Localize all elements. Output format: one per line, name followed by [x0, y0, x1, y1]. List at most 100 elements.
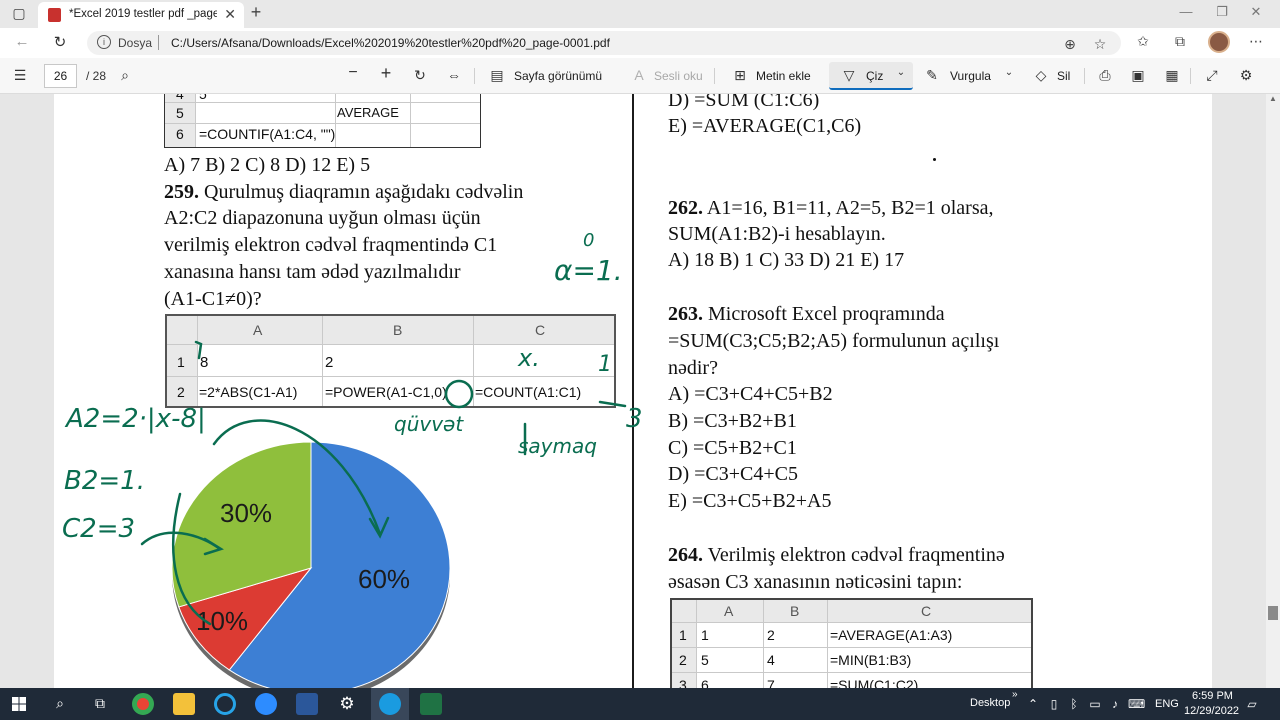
- ink-arrow-head: [368, 516, 390, 539]
- clock-date[interactable]: 12/29/2022: [1184, 705, 1239, 717]
- zoom-in-button[interactable]: +: [376, 63, 396, 84]
- fullscreen-icon[interactable]: ⤢: [1202, 67, 1222, 84]
- settings-icon[interactable]: ⚙: [1236, 67, 1256, 84]
- tab-bar: ▢ *Excel 2019 testler pdf _page-00 ✕ + —…: [0, 0, 1280, 28]
- edge-icon[interactable]: [379, 693, 401, 715]
- settings-app-icon[interactable]: ⚙: [339, 694, 355, 714]
- chrome-icon[interactable]: [132, 693, 154, 715]
- toolbar-separator: [474, 68, 475, 84]
- search-icon[interactable]: ⌕: [52, 695, 68, 712]
- address-bar: ← ↻ i Dosya C:/Users/Afsana/Downloads/Ex…: [0, 28, 1280, 58]
- ink-note: C2=3: [62, 514, 136, 544]
- toolbar-separator: [1084, 68, 1085, 84]
- favorites-icon[interactable]: ✩: [1133, 33, 1153, 50]
- tray-app-icon[interactable]: ▯: [1046, 697, 1062, 711]
- taskbar: ⌕ ⧉ ⚙ Desktop » ⌃ ▯ ᛒ ▭ ♪ ⌨ ENG 6:59 PM …: [0, 688, 1280, 720]
- draw-chevron-down-icon[interactable]: ⌄: [891, 67, 911, 78]
- tab-title: *Excel 2019 testler pdf _page-00: [69, 8, 217, 20]
- scrollbar-thumb[interactable]: [1268, 606, 1278, 620]
- save-icon[interactable]: ▣: [1128, 67, 1148, 84]
- zoom-icon[interactable]: ⊕: [1060, 36, 1080, 53]
- page-number-input[interactable]: 26: [44, 64, 77, 88]
- url-text[interactable]: C:/Users/Afsana/Downloads/Excel%202019%2…: [171, 36, 610, 50]
- save-as-icon[interactable]: ▦: [1162, 67, 1182, 84]
- scroll-up-icon[interactable]: ▲: [1268, 94, 1278, 104]
- active-tab[interactable]: *Excel 2019 testler pdf _page-00 ✕: [38, 2, 244, 28]
- notification-icon[interactable]: ▱: [1244, 697, 1260, 711]
- add-text-icon[interactable]: ⊞: [730, 67, 750, 84]
- eraser-icon[interactable]: ◇: [1031, 67, 1051, 84]
- zoom-out-button[interactable]: −: [343, 64, 363, 82]
- ink-note: 0: [583, 230, 595, 251]
- profile-avatar[interactable]: [1208, 31, 1230, 53]
- ink-note: saymaq: [518, 434, 597, 458]
- highlight-icon[interactable]: ✎: [922, 67, 942, 84]
- search-icon[interactable]: ⌕: [115, 67, 135, 84]
- page-total: / 28: [86, 69, 107, 83]
- ink-mark: [194, 340, 203, 360]
- add-text-button[interactable]: Metin ekle: [756, 69, 811, 83]
- minimize-icon[interactable]: —: [1176, 4, 1196, 19]
- back-icon[interactable]: ←: [12, 33, 32, 50]
- draw-icon[interactable]: ▽: [839, 67, 859, 84]
- vertical-scrollbar[interactable]: [1266, 94, 1280, 688]
- ink-strokes: [140, 340, 627, 626]
- read-aloud-icon: A: [634, 67, 644, 83]
- windows-start-icon[interactable]: [12, 697, 26, 711]
- desktop-toolbar-label[interactable]: Desktop: [970, 697, 1010, 709]
- new-tab-button[interactable]: +: [246, 2, 266, 23]
- ink-arrow-head: [203, 537, 224, 556]
- fit-page-icon[interactable]: ⇔: [444, 67, 464, 83]
- info-icon[interactable]: i: [97, 35, 111, 49]
- ink-note: qüvvət: [394, 412, 464, 436]
- tray-up-icon[interactable]: ⌃: [1025, 697, 1041, 711]
- tab-actions-icon[interactable]: ▢: [8, 5, 30, 23]
- url-separator: [158, 35, 159, 50]
- ink-arrow-curve: [172, 492, 212, 626]
- word-icon[interactable]: [296, 693, 318, 715]
- page-view-button[interactable]: Sayfa görünümü: [514, 69, 602, 83]
- keyboard-icon[interactable]: ⌨: [1128, 697, 1145, 711]
- ink-note: B2=1.: [64, 466, 145, 496]
- ink-arrow-curve: [212, 419, 382, 536]
- print-icon[interactable]: ⎙: [1095, 67, 1115, 84]
- volume-icon[interactable]: ♪: [1107, 697, 1123, 711]
- ink-dash: [598, 400, 627, 408]
- toolbar-separator: [714, 68, 715, 84]
- ink-note: 3: [626, 404, 643, 434]
- cortana-icon[interactable]: [214, 693, 236, 715]
- erase-button[interactable]: Sil: [1057, 69, 1070, 83]
- battery-icon[interactable]: ▭: [1087, 697, 1103, 711]
- highlight-chevron-down-icon[interactable]: ⌄: [999, 67, 1019, 78]
- tab-close-icon[interactable]: ✕: [224, 6, 236, 23]
- desktop-chevron-icon[interactable]: »: [1012, 689, 1018, 700]
- close-window-icon[interactable]: ✕: [1246, 4, 1266, 20]
- ink-note: 1: [598, 352, 612, 377]
- pdf-icon: [48, 8, 61, 22]
- rotate-icon[interactable]: ↻: [410, 67, 430, 84]
- contents-icon[interactable]: ☰: [10, 67, 30, 84]
- address-chip: Dosya: [118, 36, 153, 50]
- zoom-app-icon[interactable]: [255, 693, 277, 715]
- add-favorite-icon[interactable]: ☆: [1090, 36, 1110, 53]
- draw-label[interactable]: Çiz: [866, 69, 883, 83]
- page-view-icon[interactable]: ▤: [487, 67, 507, 84]
- ink-note: α=1.: [554, 254, 623, 287]
- toolbar-separator: [1190, 68, 1191, 84]
- maximize-icon[interactable]: ❐: [1212, 4, 1232, 20]
- highlight-button[interactable]: Vurgula: [950, 69, 991, 83]
- ink-note: A2=2·|x-8|: [66, 404, 206, 434]
- file-explorer-icon[interactable]: [173, 693, 195, 715]
- task-view-icon[interactable]: ⧉: [92, 695, 108, 712]
- collections-icon[interactable]: ⧉: [1170, 33, 1190, 50]
- bluetooth-icon[interactable]: ᛒ: [1066, 697, 1082, 711]
- url-field[interactable]: i Dosya C:/Users/Afsana/Downloads/Excel%…: [87, 31, 1121, 55]
- clock-time[interactable]: 6:59 PM: [1192, 690, 1233, 702]
- more-menu-icon[interactable]: ⋯: [1246, 33, 1266, 50]
- excel-icon[interactable]: [420, 693, 442, 715]
- pdf-toolbar: ☰ 26 / 28 ⌕ − + ↻ ⇔ ▤ Sayfa görünümü A S…: [0, 58, 1280, 94]
- refresh-icon[interactable]: ↻: [50, 33, 70, 51]
- pdf-document-area[interactable]: 4 5 5 AVERAGE 6 =COUNTIF(A1:C4, "") A) 7…: [0, 94, 1280, 688]
- ink-circle: [444, 379, 474, 409]
- language-indicator[interactable]: ENG: [1155, 698, 1179, 710]
